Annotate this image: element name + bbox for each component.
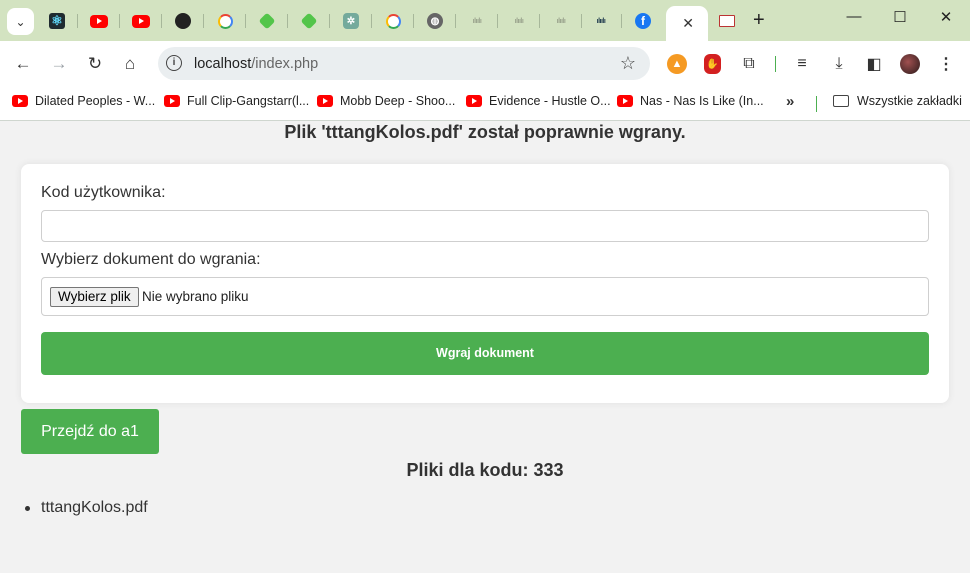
cisco-icon: ılıılı <box>514 17 524 25</box>
download-icon[interactable]: ⤓ <box>829 54 849 74</box>
chatgpt-icon: ✲ <box>343 13 359 29</box>
tab-youtube-1[interactable] <box>78 6 120 36</box>
google-icon <box>217 13 233 29</box>
upload-document-button[interactable]: Wgraj dokument <box>41 332 929 375</box>
all-bookmarks-folder[interactable]: Wszystkie zakładki <box>833 94 962 108</box>
tab-search-button[interactable]: ⌄ <box>7 8 34 35</box>
bookmark-item[interactable]: Dilated Peoples - W... <box>12 94 155 108</box>
tab-cisco-3[interactable]: ılıılı <box>540 6 582 36</box>
tab-react[interactable]: ⚛ <box>36 6 78 36</box>
tab-google-1[interactable] <box>204 6 246 36</box>
tab-cisco-1[interactable]: ılıılı <box>456 6 498 36</box>
upload-success-message: Plik 'tttangKolos.pdf' został poprawnie … <box>284 122 686 142</box>
tab-github[interactable] <box>162 6 204 36</box>
home-icon[interactable]: ⌂ <box>119 53 141 75</box>
avast-extension-icon[interactable]: ▲ <box>667 54 687 74</box>
adblock-extension-icon[interactable]: ✋ <box>704 54 721 74</box>
files-heading: Pliki dla kodu: 333 <box>406 460 564 480</box>
user-code-label: Kod użytkownika: <box>41 184 166 201</box>
tab-green-app-2[interactable] <box>288 6 330 36</box>
document-icon <box>719 15 735 27</box>
youtube-icon <box>90 14 108 28</box>
address-path: /index.php <box>251 56 319 72</box>
tab-globe[interactable]: ◍ <box>414 6 456 36</box>
bookmark-label: Mobb Deep - Shoo... <box>340 94 456 108</box>
bookmarks-bar: Dilated Peoples - W... Full Clip-Gangsta… <box>0 87 970 121</box>
chevron-down-icon: ⌄ <box>15 14 26 29</box>
goto-a1-button[interactable]: Przejdź do a1 <box>21 409 159 454</box>
site-info-icon[interactable]: i <box>166 55 182 71</box>
youtube-icon <box>317 95 333 107</box>
close-icon[interactable]: ✕ <box>682 15 694 32</box>
bookmarks-overflow-icon[interactable]: » <box>786 93 794 110</box>
bookmark-item[interactable]: Nas - Nas Is Like (In... <box>617 94 764 108</box>
browser-toolbar: ← → ↻ ⌂ i localhost/index.php ☆ ▲ ✋ ⧉ ≡ … <box>0 41 970 87</box>
side-panel-icon[interactable]: ◧ <box>864 54 884 74</box>
bookmark-label: Evidence - Hustle O... <box>489 94 611 108</box>
upload-form: Kod użytkownika: Wybierz dokument do wgr… <box>21 164 949 403</box>
green-app-icon <box>258 12 276 30</box>
folder-icon <box>833 95 849 107</box>
youtube-icon <box>466 95 482 107</box>
bookmarks-divider <box>816 96 817 112</box>
youtube-icon <box>132 14 150 28</box>
media-queue-icon[interactable]: ≡ <box>792 54 812 74</box>
bookmark-item[interactable]: Evidence - Hustle O... <box>466 94 611 108</box>
globe-icon: ◍ <box>427 13 443 29</box>
address-url[interactable]: localhost/index.php <box>194 56 318 72</box>
youtube-icon <box>617 95 633 107</box>
bookmark-item[interactable]: Mobb Deep - Shoo... <box>317 94 455 108</box>
bookmark-label: Nas - Nas Is Like (In... <box>640 94 764 108</box>
bookmark-label: Dilated Peoples - W... <box>35 94 156 108</box>
tab-document[interactable] <box>706 6 748 36</box>
tab-active[interactable]: ✕ <box>666 6 708 41</box>
bookmark-item[interactable]: Full Clip-Gangstarr(l... <box>164 94 309 108</box>
tab-google-2[interactable] <box>372 6 414 36</box>
cisco-icon: ılıılı <box>556 17 566 25</box>
facebook-icon: f <box>635 13 651 29</box>
reload-icon[interactable]: ↻ <box>84 53 106 75</box>
file-list: tttangKolos.pdf <box>25 499 148 517</box>
tab-strip: ⌄ ⚛ ✲ ◍ ılıılı ılıılı ılıılı ılıılı f ✕ … <box>0 0 970 41</box>
user-code-input[interactable] <box>41 210 929 242</box>
file-input[interactable]: Wybierz plik Nie wybrano pliku <box>41 277 929 316</box>
profile-avatar[interactable] <box>900 54 920 74</box>
menu-kebab-icon[interactable]: ⋮ <box>936 54 956 74</box>
file-label: Wybierz dokument do wgrania: <box>41 251 261 268</box>
tab-cisco-2[interactable]: ılıılı <box>498 6 540 36</box>
address-bar[interactable]: i localhost/index.php ☆ <box>158 47 650 80</box>
file-status-text: Nie wybrano pliku <box>142 289 249 304</box>
maximize-icon[interactable]: ☐ <box>890 8 910 26</box>
cisco-icon: ılıılı <box>596 17 606 25</box>
tab-cisco-4[interactable]: ılıılı <box>580 6 622 36</box>
back-icon[interactable]: ← <box>12 53 34 75</box>
bookmark-star-icon[interactable]: ☆ <box>620 53 636 74</box>
list-item[interactable]: tttangKolos.pdf <box>25 499 148 517</box>
new-tab-button[interactable]: + <box>753 9 765 32</box>
tab-facebook[interactable]: f <box>622 6 664 36</box>
forward-icon[interactable]: → <box>48 53 70 75</box>
react-icon: ⚛ <box>49 13 65 29</box>
youtube-icon <box>12 95 28 107</box>
choose-file-button[interactable]: Wybierz plik <box>50 287 139 307</box>
page-content: Plik 'tttangKolos.pdf' został poprawnie … <box>0 122 970 573</box>
github-icon <box>175 13 191 29</box>
all-bookmarks-label: Wszystkie zakładki <box>857 94 962 108</box>
bookmark-label: Full Clip-Gangstarr(l... <box>187 94 310 108</box>
cisco-icon: ılıılı <box>472 17 482 25</box>
green-app-icon <box>300 12 318 30</box>
google-icon <box>385 13 401 29</box>
minimize-icon[interactable]: — <box>844 8 864 25</box>
youtube-icon <box>164 95 180 107</box>
tab-chatgpt[interactable]: ✲ <box>330 6 372 36</box>
toolbar-divider <box>775 56 776 72</box>
tab-green-app-1[interactable] <box>246 6 288 36</box>
window-close-icon[interactable]: ✕ <box>936 8 956 26</box>
address-host: localhost <box>194 56 252 72</box>
extensions-puzzle-icon[interactable]: ⧉ <box>739 54 759 74</box>
tab-youtube-2[interactable] <box>120 6 162 36</box>
